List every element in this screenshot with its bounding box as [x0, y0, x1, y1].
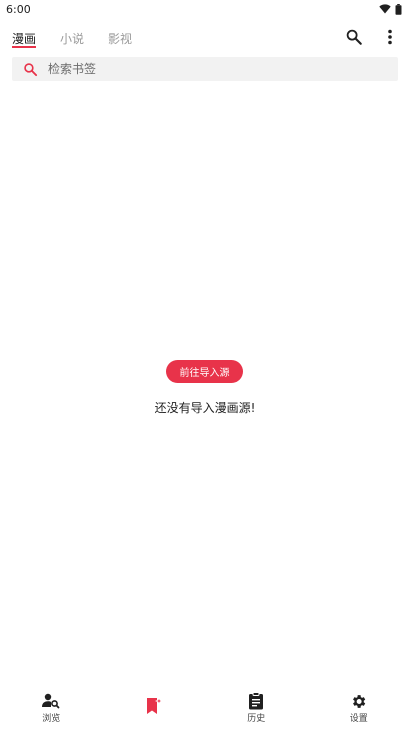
battery-icon — [395, 3, 402, 15]
status-icons — [379, 3, 402, 15]
more-vert-icon — [387, 29, 393, 49]
tab-videos[interactable]: 影视 — [108, 24, 132, 46]
bookmark-star-icon — [145, 697, 163, 715]
category-tabs: 漫画 小说 影视 — [12, 24, 132, 48]
search-icon — [22, 61, 38, 77]
clipboard-icon — [247, 692, 265, 710]
nav-item-browse[interactable]: 浏览 — [0, 686, 103, 730]
top-bar: 漫画 小说 影视 — [0, 24, 410, 52]
tab-comics[interactable]: 漫画 — [12, 24, 37, 48]
tab-novels[interactable]: 小说 — [60, 24, 84, 46]
nav-label-settings: 设置 — [349, 714, 368, 724]
bookmark-search-box[interactable] — [12, 57, 398, 81]
search-icon — [345, 28, 363, 50]
search-button[interactable] — [342, 27, 366, 51]
gear-icon — [350, 692, 368, 710]
nav-item-bookmarks[interactable] — [103, 686, 206, 730]
bottom-nav: 浏览 历史 设置 — [0, 686, 410, 730]
more-options-button[interactable] — [378, 27, 402, 51]
nav-item-history[interactable]: 历史 — [205, 686, 308, 730]
bookmark-search-input[interactable] — [48, 62, 368, 76]
wifi-icon — [379, 4, 391, 14]
person-search-icon — [42, 692, 60, 710]
screen: 6:00 漫画 小说 影视 检索书签 前往导入源 还没有导入漫画源! 浏览 历史… — [0, 0, 410, 730]
nav-label-history: 历史 — [247, 714, 266, 724]
nav-label-browse: 浏览 — [42, 714, 61, 724]
nav-item-settings[interactable]: 设置 — [308, 686, 410, 730]
status-time: 6:00 — [6, 2, 31, 16]
status-bar: 6:00 — [0, 0, 410, 18]
import-source-button[interactable]: 前往导入源 — [166, 360, 243, 383]
top-actions — [342, 27, 402, 51]
empty-state-message: 还没有导入漫画源! — [154, 401, 256, 415]
